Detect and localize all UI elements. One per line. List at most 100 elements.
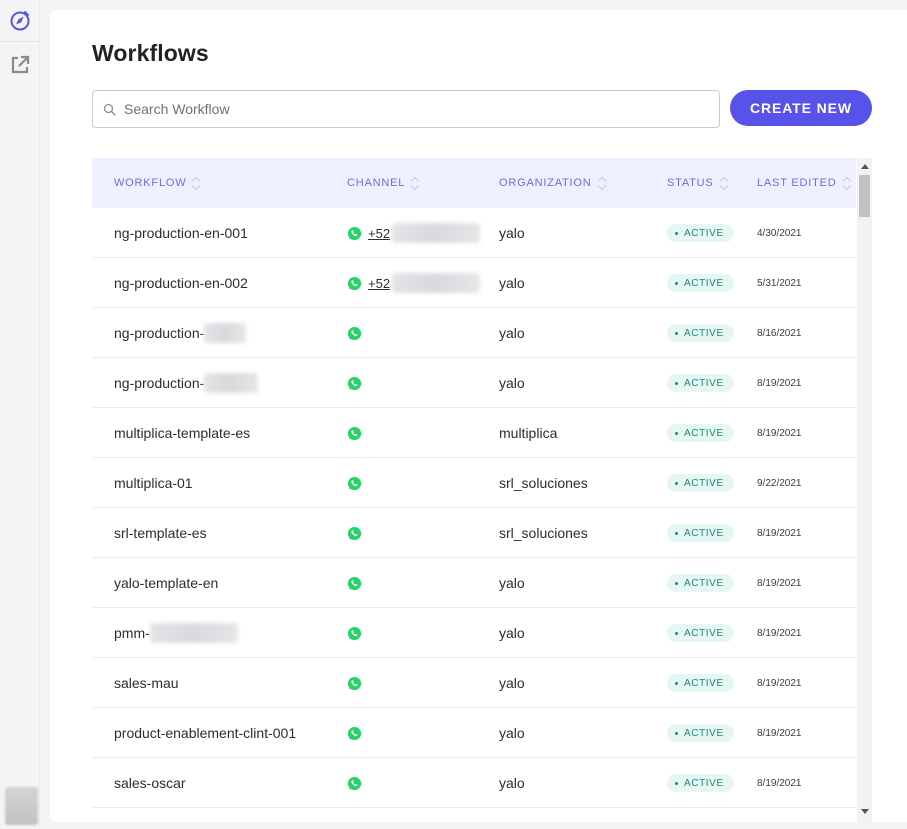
table-row[interactable]: sales-oscar yalo ACTIVE 8/19/2021 xyxy=(92,758,856,808)
status-dot xyxy=(675,781,678,785)
status-cell: ACTIVE xyxy=(667,558,734,608)
table-row[interactable]: yalo-template-en yalo ACTIVE 8/19/2021 xyxy=(92,558,856,608)
whatsapp-icon xyxy=(347,526,362,540)
workflow-name[interactable]: ng-production- xyxy=(114,325,204,341)
last-edited-cell: 4/30/2021 xyxy=(757,208,802,258)
table-row[interactable]: pmm-yalo ACTIVE 8/19/2021 xyxy=(92,608,856,658)
channel-cell: +52 xyxy=(347,208,481,258)
column-header-last-edited[interactable]: LAST EDITED xyxy=(757,158,851,208)
table-row[interactable]: ng-production-en-002 +52 yalo ACTIVE 5/31/20… xyxy=(92,258,856,308)
organization-cell: yalo xyxy=(499,608,525,658)
status-label: ACTIVE xyxy=(684,627,724,639)
workflow-name[interactable]: product-enablement-clint-001 xyxy=(114,725,296,741)
redacted-text xyxy=(149,623,238,643)
column-header-organization[interactable]: ORGANIZATION xyxy=(499,158,606,208)
status-badge: ACTIVE xyxy=(667,474,734,492)
workflow-name[interactable]: ng-production-en-002 xyxy=(114,275,248,291)
table-row[interactable]: sales-mau yalo ACTIVE 8/19/2021 xyxy=(92,658,856,708)
channel-cell xyxy=(347,758,362,808)
redacted-text xyxy=(392,273,481,293)
last-edited-cell: 8/19/2021 xyxy=(757,658,802,708)
create-new-button[interactable]: CREATE NEW xyxy=(730,90,872,126)
table-row[interactable]: product-enablement-clint-001 yalo ACTIVE 8/… xyxy=(92,708,856,758)
workflow-name-cell[interactable]: product-enablement-clint-001 xyxy=(114,708,296,758)
compass-icon xyxy=(10,10,30,30)
channel-phone[interactable]: +52 xyxy=(368,276,390,291)
workflow-name-cell[interactable]: pmm- xyxy=(114,608,238,658)
whatsapp-icon xyxy=(347,576,362,590)
sort-icon xyxy=(720,176,728,190)
workflow-name-cell[interactable]: yalo-template-en xyxy=(114,558,218,608)
scroll-up-arrow[interactable] xyxy=(861,164,869,169)
channel-cell xyxy=(347,358,362,408)
workflow-name-cell[interactable]: sales-oscar xyxy=(114,758,186,808)
organization-cell: yalo xyxy=(499,358,525,408)
organization-cell: yalo xyxy=(499,258,525,308)
last-edited-cell: 9/22/2021 xyxy=(757,458,802,508)
scroll-down-arrow[interactable] xyxy=(861,809,869,814)
scroll-thumb[interactable] xyxy=(859,175,870,217)
workflow-name-cell[interactable]: sales-mau xyxy=(114,658,179,708)
last-edited-cell: 8/19/2021 xyxy=(757,608,802,658)
table-row[interactable]: ng-production-yalo ACTIVE 8/16/2021 xyxy=(92,308,856,358)
last-edited-date: 8/19/2021 xyxy=(757,527,802,539)
vertical-scrollbar[interactable] xyxy=(857,158,872,822)
organization-cell: srl_soluciones xyxy=(499,508,588,558)
workflow-name[interactable]: pmm- xyxy=(114,625,150,641)
rail-item-external[interactable] xyxy=(0,44,40,86)
workflow-name-cell[interactable]: ng-production-en-002 xyxy=(114,258,248,308)
organization-cell: yalo xyxy=(499,758,525,808)
status-label: ACTIVE xyxy=(684,427,724,439)
organization-name: yalo xyxy=(499,675,525,691)
status-cell: ACTIVE xyxy=(667,308,734,358)
workflow-name[interactable]: yalo-template-en xyxy=(114,575,218,591)
status-dot xyxy=(675,731,678,735)
status-cell: ACTIVE xyxy=(667,508,734,558)
channel-cell xyxy=(347,408,362,458)
search-box[interactable] xyxy=(92,90,720,128)
workflow-name[interactable]: srl-template-es xyxy=(114,525,207,541)
status-cell: ACTIVE xyxy=(667,608,734,658)
column-header-status[interactable]: STATUS xyxy=(667,158,728,208)
workflow-name[interactable]: ng-production- xyxy=(114,375,204,391)
column-header-workflow[interactable]: WORKFLOW xyxy=(114,158,200,208)
table-row[interactable]: multiplica-01 srl_soluciones ACTIVE 9/22/20… xyxy=(92,458,856,508)
last-edited-cell: 5/31/2021 xyxy=(757,258,802,308)
status-dot xyxy=(675,581,678,585)
rail-item-home[interactable] xyxy=(0,0,40,42)
avatar[interactable] xyxy=(5,787,38,825)
table-row[interactable]: ng-production-en-001 +52 yalo ACTIVE 4/30/20… xyxy=(92,208,856,258)
status-label: ACTIVE xyxy=(684,527,724,539)
status-badge: ACTIVE xyxy=(667,224,734,242)
table-row[interactable]: ng-production-yalo ACTIVE 8/19/2021 xyxy=(92,358,856,408)
column-header-channel[interactable]: CHANNEL xyxy=(347,158,419,208)
status-cell: ACTIVE xyxy=(667,708,734,758)
workflow-name-cell[interactable]: ng-production- xyxy=(114,308,247,358)
workflow-name-cell[interactable]: ng-production-en-001 xyxy=(114,208,248,258)
status-label: ACTIVE xyxy=(684,577,724,589)
table-row[interactable]: srl-template-es srl_soluciones ACTIVE 8/19/… xyxy=(92,508,856,558)
last-edited-date: 8/16/2021 xyxy=(757,327,802,339)
workflow-name[interactable]: ng-production-en-001 xyxy=(114,225,248,241)
workflow-name-cell[interactable]: srl-template-es xyxy=(114,508,207,558)
workflow-name[interactable]: multiplica-template-es xyxy=(114,425,250,441)
channel-cell xyxy=(347,558,362,608)
status-dot xyxy=(675,431,678,435)
workflow-name-cell[interactable]: ng-production- xyxy=(114,358,259,408)
search-input[interactable] xyxy=(124,101,684,117)
status-dot xyxy=(675,631,678,635)
status-dot xyxy=(675,281,678,285)
workflow-name[interactable]: sales-oscar xyxy=(114,775,186,791)
channel-phone[interactable]: +52 xyxy=(368,226,390,241)
last-edited-cell: 8/19/2021 xyxy=(757,508,802,558)
last-edited-cell: 8/19/2021 xyxy=(757,758,802,808)
status-badge: ACTIVE xyxy=(667,424,734,442)
sort-icon xyxy=(411,176,419,190)
workflow-name[interactable]: sales-mau xyxy=(114,675,179,691)
workflow-name-cell[interactable]: multiplica-template-es xyxy=(114,408,250,458)
status-label: ACTIVE xyxy=(684,277,724,289)
workflow-name-cell[interactable]: multiplica-01 xyxy=(114,458,193,508)
table-row[interactable]: multiplica-template-es multiplica ACTIVE 8/… xyxy=(92,408,856,458)
workflow-name[interactable]: multiplica-01 xyxy=(114,475,193,491)
organization-name: srl_soluciones xyxy=(499,525,588,541)
